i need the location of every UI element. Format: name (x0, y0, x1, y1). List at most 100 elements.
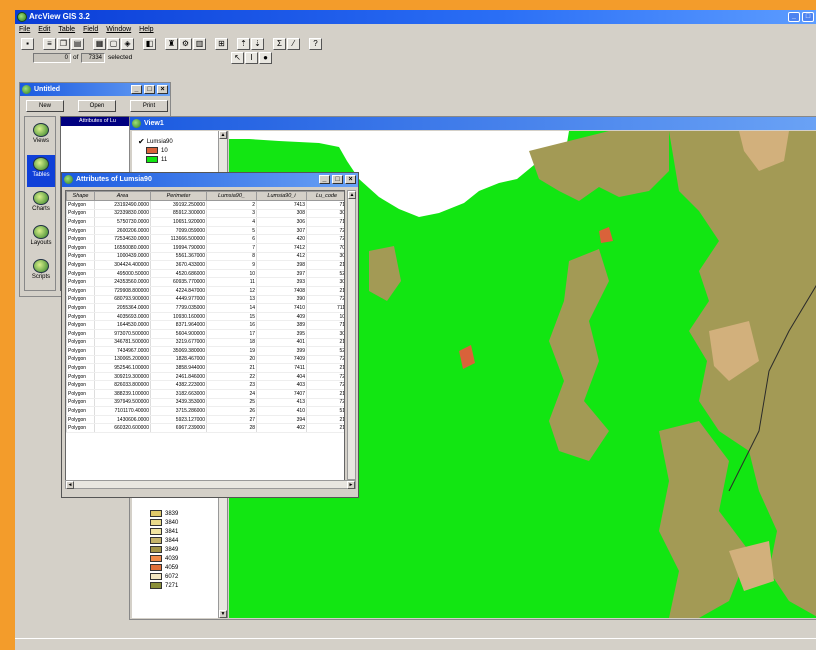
table-cell[interactable]: 18 (206, 338, 257, 348)
statistics-icon[interactable]: ▥ (193, 38, 206, 50)
menu-file[interactable]: File (19, 24, 30, 36)
table-cell[interactable]: 10 (306, 312, 344, 322)
table-cell[interactable]: 309219.300000 (94, 372, 151, 382)
table-cell[interactable]: 35069.380000 (150, 346, 207, 356)
table-row[interactable]: Polygon 2055364.0000 7799.035000 14 7410 711 (66, 303, 344, 313)
table-row[interactable]: Polygon 680793.900000 4449.977000 13 390 72 (66, 295, 344, 305)
project-titlebar[interactable]: Untitled _ □ × (20, 83, 170, 96)
table-cell[interactable]: 130065.200000 (94, 355, 151, 365)
table-cell[interactable]: 71 (306, 217, 344, 227)
table-cell[interactable]: 398 (256, 260, 307, 270)
table-cell[interactable]: 71 (306, 320, 344, 330)
text-tool-icon[interactable]: I (245, 52, 258, 64)
table-cell[interactable]: Polygon (66, 217, 95, 227)
view-titlebar[interactable]: View1 (130, 117, 816, 130)
table-cell[interactable]: Polygon (66, 338, 95, 348)
table-cell[interactable]: 7 (206, 243, 257, 253)
table-cell[interactable]: 3 (206, 209, 257, 219)
edit-table-icon[interactable]: ≡ (43, 38, 56, 50)
table-cell[interactable]: 5 (206, 226, 257, 236)
paste-icon[interactable]: ▤ (71, 38, 84, 50)
new-button[interactable]: New (26, 100, 64, 112)
table-cell[interactable]: 21 (306, 389, 344, 399)
table-cell[interactable]: 28 (206, 423, 257, 434)
table-cell[interactable]: 3670.433000 (150, 260, 207, 270)
table-cell[interactable]: 8 (206, 252, 257, 262)
table-row[interactable]: Polygon 495000.50000 4520.686000 10 397 52 (66, 269, 344, 279)
table-cell[interactable]: Polygon (66, 295, 95, 305)
table-cell[interactable]: 70 (306, 243, 344, 253)
table-cell[interactable]: 21 (306, 338, 344, 348)
table-row[interactable]: Polygon 24353560.0000 60935.770000 11 393 30 (66, 277, 344, 287)
table-cell[interactable]: Polygon (66, 329, 95, 339)
table-cell[interactable]: 826033.800000 (94, 380, 151, 391)
table-cell[interactable]: 1000439.0000 (94, 252, 151, 262)
sort-ascending-icon[interactable]: ⇡ (237, 38, 250, 50)
table-row[interactable]: Polygon 72534630.0000 113666.500000 6 420 72 (66, 234, 344, 244)
table-cell[interactable]: 393 (256, 277, 307, 287)
legend-item[interactable]: 3839 (150, 509, 178, 518)
sort-descending-icon[interactable]: ⇣ (251, 38, 264, 50)
table-cell[interactable]: 32339830.0000 (94, 209, 151, 219)
table-row[interactable]: Polygon 388239.100000 3182.663000 24 7407 21 (66, 389, 344, 399)
table-cell[interactable]: 16 (206, 320, 257, 330)
table-cell[interactable]: 3439.353000 (150, 398, 207, 408)
table-cell[interactable]: 711 (306, 303, 344, 313)
scroll-down-icon[interactable]: ▼ (219, 610, 227, 618)
table-scroll-left-icon[interactable]: ◄ (66, 481, 74, 489)
table-cell[interactable]: Polygon (66, 398, 95, 408)
table-cell[interactable]: Polygon (66, 406, 95, 416)
table-cell[interactable]: Polygon (66, 260, 95, 270)
table-cell[interactable]: 660320.600000 (94, 423, 151, 434)
legend-item[interactable]: 6072 (150, 572, 178, 581)
table-cell[interactable]: Polygon (66, 372, 95, 382)
table-cell[interactable]: 388239.100000 (94, 389, 151, 399)
table-cell[interactable]: 21 (306, 286, 344, 296)
table-cell[interactable]: 20 (206, 355, 257, 365)
table-row[interactable]: Polygon 973070.500000 5604.900000 17 395 30 (66, 329, 344, 339)
table-row[interactable]: Polygon 952546.100000 3858.944000 21 7411 21 (66, 363, 344, 373)
table-cell[interactable]: 72 (306, 234, 344, 244)
table-cell[interactable]: 346781.500000 (94, 338, 151, 348)
table-row[interactable]: Polygon 346781.500000 3219.677000 18 401 21 (66, 338, 344, 348)
table-cell[interactable]: 7411 (256, 363, 307, 373)
table-row[interactable]: Polygon 1644530.0000 8371.964000 16 389 71 (66, 320, 344, 330)
table-cell[interactable]: 72 (306, 398, 344, 408)
table-cell[interactable]: 729908.800000 (94, 286, 151, 296)
legend-item[interactable]: 4059 (150, 563, 178, 572)
table-row[interactable]: Polygon 729908.800000 4224.847000 12 7408 21 (66, 286, 344, 296)
column-header[interactable]: Area (94, 191, 151, 201)
table-cell[interactable]: 495000.50000 (94, 269, 151, 279)
table-cell[interactable]: 7408 (256, 286, 307, 296)
table-cell[interactable]: 410 (256, 406, 307, 416)
table-cell[interactable]: 304424.400000 (94, 260, 151, 270)
table-cell[interactable]: 72534630.0000 (94, 234, 151, 244)
table-cell[interactable]: 7409 (256, 355, 307, 365)
table-scroll-up-icon[interactable]: ▲ (348, 191, 356, 199)
table-cell[interactable]: 7413 (256, 200, 307, 210)
table-cell[interactable]: 72 (306, 355, 344, 365)
table-maximize-button[interactable]: □ (332, 175, 343, 184)
table-cell[interactable]: 1828.467000 (150, 355, 207, 365)
scroll-up-icon[interactable]: ▲ (219, 131, 227, 139)
doc-type-tables[interactable]: Tables (27, 155, 55, 187)
table-cell[interactable]: Polygon (66, 277, 95, 287)
table-cell[interactable]: 5561.367000 (150, 252, 207, 262)
calculate-icon[interactable]: ⁄ (287, 38, 300, 50)
select-none-icon[interactable]: ▢ (107, 38, 120, 50)
table-cell[interactable]: 3715.286000 (150, 406, 207, 416)
table-cell[interactable]: 403 (256, 380, 307, 391)
table-cell[interactable]: 72 (306, 226, 344, 236)
doc-type-charts[interactable]: Charts (27, 189, 55, 221)
table-cell[interactable]: Polygon (66, 363, 95, 373)
table-cell[interactable]: 60935.770000 (150, 277, 207, 287)
table-cell[interactable]: 2600206.0000 (94, 226, 151, 236)
table-cell[interactable]: 21 (306, 363, 344, 373)
table-cell[interactable]: 30 (306, 329, 344, 339)
table-row[interactable]: Polygon 2600206.0000 7099.059000 5 307 72 (66, 226, 344, 236)
table-cell[interactable]: 7412 (256, 243, 307, 253)
table-cell[interactable]: 2 (206, 200, 257, 210)
table-cell[interactable]: 389 (256, 320, 307, 330)
table-cell[interactable]: 399 (256, 346, 307, 356)
menu-window[interactable]: Window (106, 24, 131, 36)
